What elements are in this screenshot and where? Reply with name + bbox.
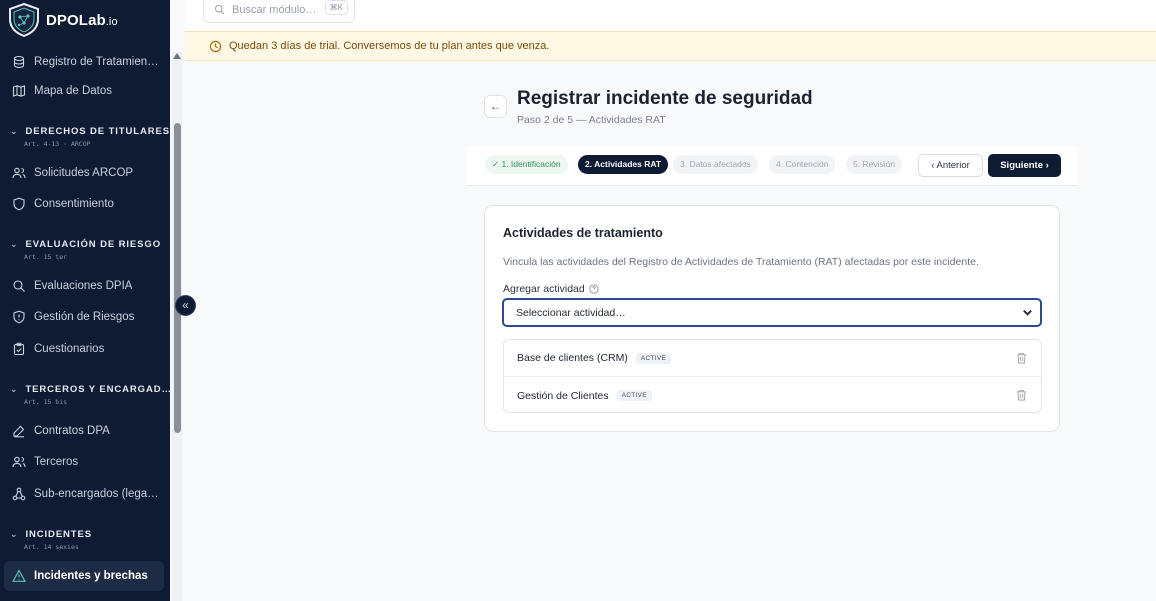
sidebar-scroll-thumb[interactable] xyxy=(174,123,181,433)
previous-button[interactable]: ‹ Anterior xyxy=(918,154,983,177)
card-description: Vincula las actividades del Registro de … xyxy=(503,256,979,268)
chevron-down-icon: ⌄ xyxy=(10,529,19,539)
brand-name: DPOLab.io xyxy=(46,11,118,29)
section-derechos[interactable]: ⌄ DERECHOS DE TITULARES Art. 4-13 · ARCOP xyxy=(10,126,170,148)
wizard-stepper: ✓ 1. Identificación 2. Actividades RAT 3… xyxy=(466,147,1078,186)
search-icon xyxy=(13,280,25,292)
sidebar: DPOLab.io Registro de Tratamientos Mapa … xyxy=(0,0,170,601)
page-title: Registrar incidente de seguridad xyxy=(517,88,813,109)
step-contencion[interactable]: 4. Contención xyxy=(769,155,836,174)
sidebar-item-mapa[interactable]: Mapa de Datos xyxy=(4,77,164,105)
status-badge: ACTIVE xyxy=(635,352,672,364)
sidebar-item-riesgos[interactable]: Gestión de Riesgos xyxy=(4,303,164,331)
search-shortcut: ⌘K xyxy=(324,0,348,15)
search-placeholder: Buscar módulo… xyxy=(232,3,317,16)
trash-icon[interactable] xyxy=(1016,389,1027,401)
users-icon xyxy=(12,456,26,468)
activity-name: Base de clientes (CRM) xyxy=(517,352,628,364)
section-terceros[interactable]: ⌄ TERCEROS Y ENCARGAD… Art. 15 bis xyxy=(10,384,170,406)
collapse-sidebar-button[interactable]: « xyxy=(175,295,196,316)
list-item: Gestión de Clientes ACTIVE xyxy=(504,377,1041,414)
scroll-up-arrow-icon[interactable] xyxy=(173,53,181,59)
shield-logo-icon xyxy=(9,3,39,37)
linked-activities-list: Base de clientes (CRM) ACTIVE Gestión de… xyxy=(503,339,1042,413)
section-incidentes[interactable]: ⌄ INCIDENTES Art. 14 sexies xyxy=(10,529,170,551)
sidebar-item-registro[interactable]: Registro de Tratamientos xyxy=(4,48,164,76)
card-title: Actividades de tratamiento xyxy=(503,226,663,240)
search-icon xyxy=(214,4,225,15)
users-icon xyxy=(12,167,26,179)
shield-icon xyxy=(13,197,25,211)
sidebar-item-consentimiento[interactable]: Consentimiento xyxy=(4,190,164,218)
brand[interactable]: DPOLab.io xyxy=(0,0,170,40)
activity-select-value: Seleccionar actividad… xyxy=(516,306,626,319)
database-icon xyxy=(13,55,25,69)
section-evaluacion[interactable]: ⌄ EVALUACIÓN DE RIESGO Art. 15 ter xyxy=(10,239,170,261)
treatment-activities-card: Actividades de tratamiento Vincula las a… xyxy=(484,205,1060,432)
back-button[interactable]: ← xyxy=(484,95,507,118)
step-datos-afectados[interactable]: 3. Datos afectados xyxy=(673,155,758,174)
activity-select[interactable]: Seleccionar actividad… xyxy=(502,298,1042,327)
step-actividades-rat[interactable]: 2. Actividades RAT xyxy=(578,155,669,174)
map-icon xyxy=(12,85,26,97)
activity-name: Gestión de Clientes xyxy=(517,389,609,402)
chevron-down-icon: ⌄ xyxy=(10,126,19,136)
step-identificacion[interactable]: ✓ 1. Identificación xyxy=(485,155,568,174)
clock-icon xyxy=(209,40,222,52)
search-input[interactable]: Buscar módulo… ⌘K xyxy=(203,0,355,23)
trash-icon[interactable] xyxy=(1016,352,1027,364)
sidebar-item-incidentes[interactable]: Incidentes y brechas xyxy=(4,561,164,591)
chevron-down-icon: ⌄ xyxy=(10,384,19,394)
chevron-down-icon xyxy=(1023,310,1032,316)
network-icon xyxy=(12,487,26,501)
chevron-down-icon: ⌄ xyxy=(10,239,19,249)
sidebar-item-contratos[interactable]: Contratos DPA xyxy=(4,417,164,445)
sidebar-item-dpia[interactable]: Evaluaciones DPIA xyxy=(4,272,164,300)
next-button[interactable]: Siguiente › xyxy=(988,154,1061,177)
shield-alert-icon xyxy=(13,310,25,324)
list-item: Base de clientes (CRM) ACTIVE xyxy=(504,340,1041,377)
pen-icon xyxy=(13,425,25,438)
page-subtitle: Paso 2 de 5 — Actividades RAT xyxy=(517,114,666,126)
step-revision[interactable]: 5. Revisión xyxy=(846,155,903,174)
clipboard-icon xyxy=(13,342,25,356)
status-badge: ACTIVE xyxy=(616,390,652,401)
trial-message: Quedan 3 días de trial. Conversemos de t… xyxy=(229,40,550,52)
arrow-left-icon: ← xyxy=(489,99,502,113)
topbar: Buscar módulo… ⌘K xyxy=(185,0,1156,31)
sidebar-item-cuestionarios[interactable]: Cuestionarios xyxy=(4,335,164,363)
sidebar-item-solicitudes[interactable]: Solicitudes ARCOP xyxy=(4,159,164,187)
double-chevron-left-icon: « xyxy=(182,298,189,312)
sidebar-item-subencargados[interactable]: Sub-encargados (legad… xyxy=(4,480,164,508)
alert-triangle-icon xyxy=(12,569,26,582)
help-icon[interactable] xyxy=(589,284,599,294)
add-activity-label: Agregar actividad xyxy=(503,283,599,295)
sidebar-item-terceros[interactable]: Terceros xyxy=(4,448,164,476)
trial-banner: Quedan 3 días de trial. Conversemos de t… xyxy=(185,31,1156,61)
